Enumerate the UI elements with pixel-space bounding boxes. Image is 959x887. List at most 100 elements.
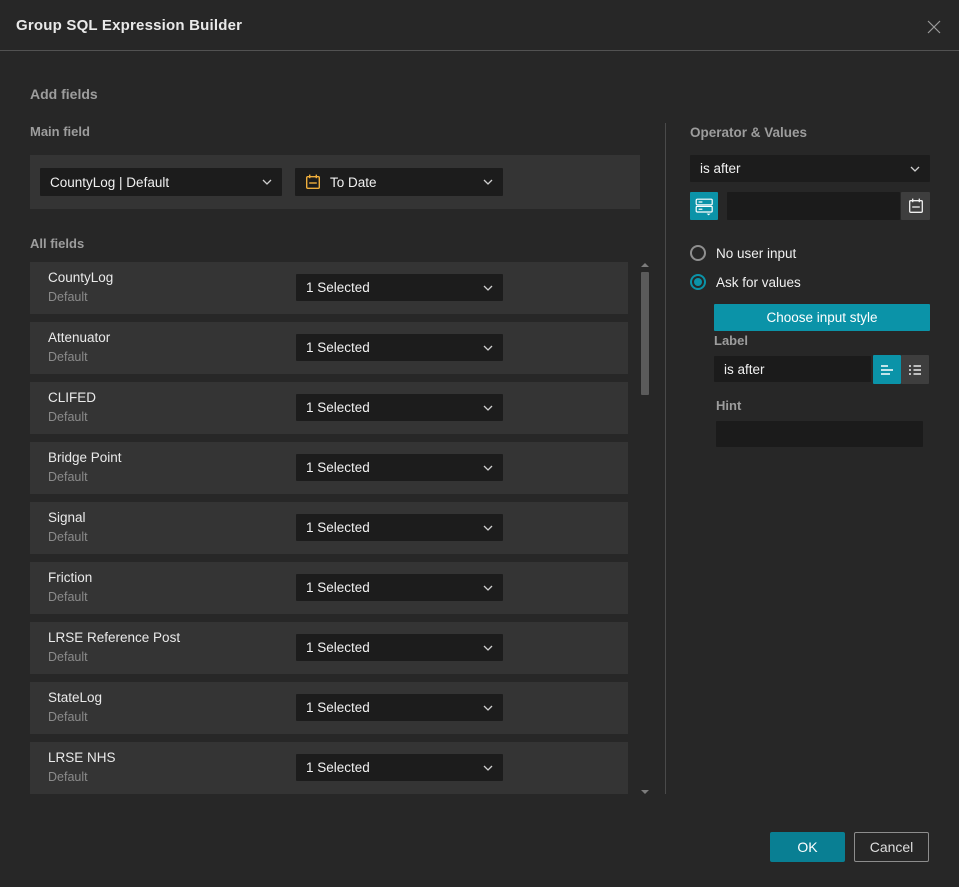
ok-button[interactable]: OK xyxy=(770,832,845,862)
field-selected-dropdown-label: 1 Selected xyxy=(306,580,370,595)
date-value-input[interactable] xyxy=(727,192,900,220)
field-selected-dropdown-label: 1 Selected xyxy=(306,760,370,775)
field-subtitle: Default xyxy=(48,350,88,364)
field-selected-dropdown-label: 1 Selected xyxy=(306,400,370,415)
label-field-label: Label xyxy=(714,333,748,348)
main-field-date-value: To Date xyxy=(330,174,377,190)
field-name: StateLog xyxy=(48,690,103,705)
field-subtitle: Default xyxy=(48,590,88,604)
hint-field-label: Hint xyxy=(716,398,742,413)
field-selected-dropdown[interactable]: 1 Selected xyxy=(296,334,503,361)
choose-input-style-button[interactable]: Choose input style xyxy=(714,304,930,331)
add-fields-heading: Add fields xyxy=(30,86,98,102)
main-field-select[interactable]: CountyLog | Default xyxy=(40,168,282,196)
field-name: LRSE Reference Post xyxy=(48,630,181,645)
field-row: Bridge Point Default 1 Selected xyxy=(30,442,628,494)
radio-label: Ask for values xyxy=(716,274,801,290)
chevron-down-icon xyxy=(483,765,493,771)
label-input[interactable] xyxy=(714,356,871,382)
radio-circle xyxy=(690,245,706,261)
main-field-select-value: CountyLog | Default xyxy=(50,174,170,190)
field-selected-dropdown[interactable]: 1 Selected xyxy=(296,574,503,601)
field-subtitle: Default xyxy=(48,410,88,424)
vertical-divider xyxy=(665,123,666,794)
field-name: CLIFED xyxy=(48,390,97,405)
operator-values-heading: Operator & Values xyxy=(690,125,808,140)
field-subtitle: Default xyxy=(48,710,88,724)
field-row: StateLog Default 1 Selected xyxy=(30,682,628,734)
field-name: Signal xyxy=(48,510,86,525)
field-selected-dropdown-label: 1 Selected xyxy=(306,520,370,535)
value-input-row xyxy=(690,192,930,220)
operator-select-value: is after xyxy=(700,161,741,176)
scrollbar[interactable] xyxy=(640,261,650,794)
field-name: Attenuator xyxy=(48,330,111,345)
cancel-button[interactable]: Cancel xyxy=(854,832,929,862)
calendar-icon xyxy=(305,174,321,190)
dialog-title: Group SQL Expression Builder xyxy=(16,16,243,34)
scrollbar-up-arrow-icon[interactable] xyxy=(641,263,649,267)
calendar-icon-svg xyxy=(306,174,321,190)
field-name: Friction xyxy=(48,570,93,585)
all-fields-label: All fields xyxy=(30,236,85,251)
field-subtitle: Default xyxy=(48,650,88,664)
chevron-down-icon xyxy=(483,465,493,471)
hint-input[interactable] xyxy=(716,421,923,447)
chevron-down-icon xyxy=(910,166,920,172)
field-subtitle: Default xyxy=(48,470,88,484)
radio-no-user-input[interactable]: No user input xyxy=(690,245,796,261)
stacked-values-icon xyxy=(695,198,713,215)
main-field-label: Main field xyxy=(30,124,90,139)
date-picker-button[interactable] xyxy=(901,192,930,220)
scrollbar-thumb[interactable] xyxy=(641,272,649,395)
field-selected-dropdown[interactable]: 1 Selected xyxy=(296,394,503,421)
main-field-date-select[interactable]: To Date xyxy=(295,168,503,196)
field-subtitle: Default xyxy=(48,770,88,784)
field-row: LRSE Reference Post Default 1 Selected xyxy=(30,622,628,674)
field-row: CountyLog Default 1 Selected xyxy=(30,262,628,314)
field-subtitle: Default xyxy=(48,290,88,304)
field-subtitle: Default xyxy=(48,530,88,544)
field-selected-dropdown-label: 1 Selected xyxy=(306,700,370,715)
radio-circle xyxy=(690,274,706,290)
field-row: CLIFED Default 1 Selected xyxy=(30,382,628,434)
field-name: LRSE NHS xyxy=(48,750,116,765)
close-icon[interactable] xyxy=(923,16,945,38)
group-sql-expression-builder-dialog: Group SQL Expression Builder Add fields … xyxy=(0,0,959,887)
set-value-from-fields-button[interactable] xyxy=(690,192,718,220)
field-selected-dropdown-label: 1 Selected xyxy=(306,280,370,295)
chevron-down-icon xyxy=(483,179,493,185)
radio-ask-for-values[interactable]: Ask for values xyxy=(690,274,801,290)
all-fields-list: CountyLog Default 1 Selected Attenuator … xyxy=(30,262,628,794)
field-name: Bridge Point xyxy=(48,450,122,465)
field-selected-dropdown[interactable]: 1 Selected xyxy=(296,754,503,781)
field-selected-dropdown[interactable]: 1 Selected xyxy=(296,634,503,661)
chevron-down-icon xyxy=(262,179,272,185)
chevron-down-icon xyxy=(483,345,493,351)
dialog-header: Group SQL Expression Builder xyxy=(0,0,959,51)
chevron-down-icon xyxy=(483,645,493,651)
list-input-style-button[interactable] xyxy=(901,355,929,384)
calendar-icon xyxy=(908,198,923,213)
field-name: CountyLog xyxy=(48,270,114,285)
chevron-down-icon xyxy=(483,705,493,711)
main-field-panel: CountyLog | Default To Date xyxy=(30,155,640,209)
radio-label: No user input xyxy=(716,245,797,261)
field-selected-dropdown-label: 1 Selected xyxy=(306,640,370,655)
chevron-down-icon xyxy=(483,405,493,411)
align-left-icon xyxy=(881,364,893,375)
chevron-down-icon xyxy=(483,525,493,531)
field-selected-dropdown[interactable]: 1 Selected xyxy=(296,694,503,721)
scrollbar-down-arrow-icon[interactable] xyxy=(641,790,649,794)
operator-select[interactable]: is after xyxy=(690,155,930,182)
field-selected-dropdown[interactable]: 1 Selected xyxy=(296,454,503,481)
field-selected-dropdown[interactable]: 1 Selected xyxy=(296,514,503,541)
text-input-style-button[interactable] xyxy=(873,355,901,384)
field-row: Attenuator Default 1 Selected xyxy=(30,322,628,374)
chevron-down-icon xyxy=(483,285,493,291)
field-selected-dropdown[interactable]: 1 Selected xyxy=(296,274,503,301)
bulleted-list-icon xyxy=(909,364,921,375)
field-selected-dropdown-label: 1 Selected xyxy=(306,460,370,475)
chevron-down-icon xyxy=(483,585,493,591)
field-row: Signal Default 1 Selected xyxy=(30,502,628,554)
